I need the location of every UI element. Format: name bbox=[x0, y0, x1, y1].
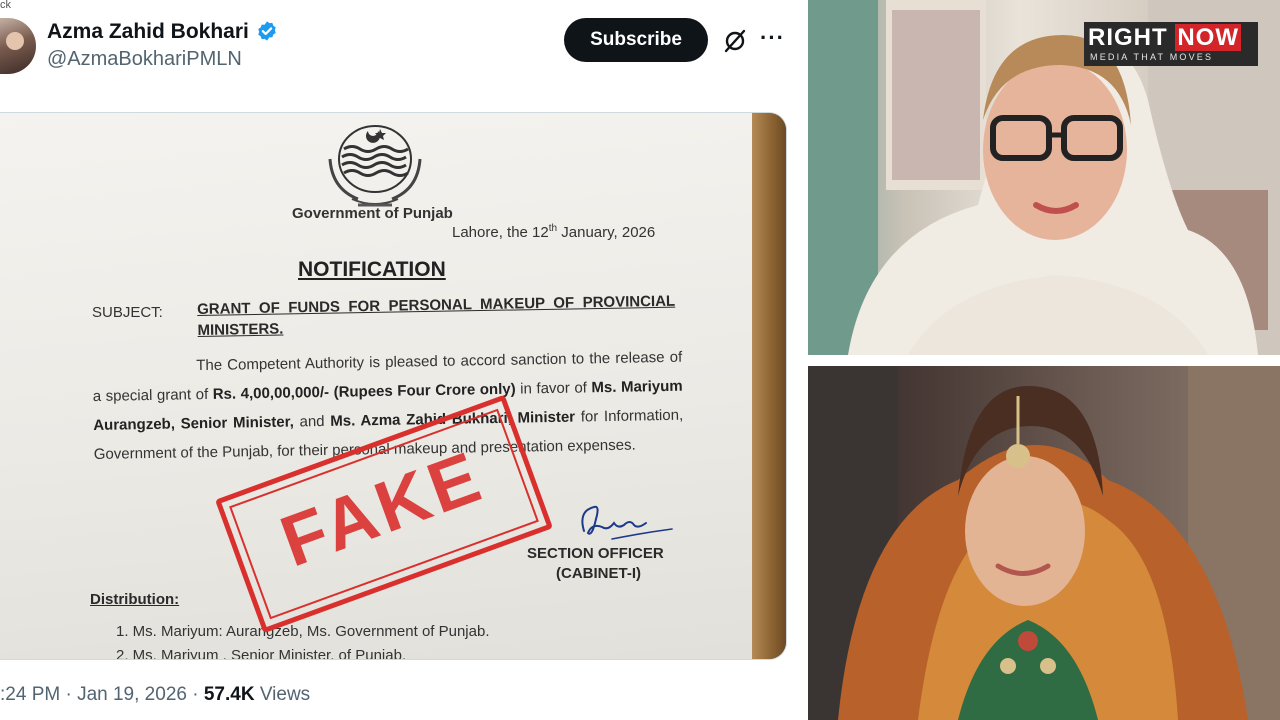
logo-brand-right: NOW bbox=[1175, 24, 1241, 51]
photo-minister-bridal bbox=[808, 366, 1280, 720]
photo-minister-portrait: RIGHT NOW MEDIA THAT MOVES bbox=[808, 0, 1280, 355]
author-handle[interactable]: @AzmaBokhariPMLN bbox=[47, 48, 242, 71]
views-count: 57.4K bbox=[203, 684, 255, 705]
subject-text: GRANT OF FUNDS FOR PERSONAL MAKEUP OF PR… bbox=[197, 292, 676, 339]
body-part-2: in favor of bbox=[515, 379, 592, 398]
document-heading: NOTIFICATION bbox=[298, 258, 446, 281]
right-now-logo: RIGHT NOW MEDIA THAT MOVES bbox=[1084, 22, 1258, 66]
distribution-label: Distribution: bbox=[90, 591, 180, 608]
subscribe-button[interactable]: Subscribe bbox=[564, 18, 708, 62]
views-label: Views bbox=[259, 684, 311, 705]
date-suffix: January, 2026 bbox=[557, 224, 656, 241]
post-image[interactable]: Government of Punjab Lahore, the 12th Ja… bbox=[0, 112, 787, 660]
section-officer: SECTION OFFICER bbox=[527, 545, 664, 562]
logo-wordmark: RIGHT NOW bbox=[1088, 24, 1241, 52]
author-name[interactable]: Azma Zahid Bokhari bbox=[47, 20, 249, 44]
distribution-item: 1. Ms. Mariyum: Aurangzeb, Ms. Governmen… bbox=[116, 623, 490, 640]
post-timestamp[interactable]: :24 PM · Jan 19, 2026 · bbox=[0, 684, 199, 705]
more-options-icon[interactable]: ··· bbox=[760, 27, 784, 54]
date-superscript: th bbox=[548, 223, 558, 234]
wooden-table-edge bbox=[752, 113, 786, 659]
post-metadata: :24 PM · Jan 19, 2026 · 57.4K Views bbox=[0, 684, 310, 706]
cropped-text-fragment: ck bbox=[0, 0, 11, 11]
bridal-illustration bbox=[808, 366, 1280, 720]
document-date: Lahore, the 12th January, 2026 bbox=[452, 223, 655, 241]
document-government: Government of Punjab bbox=[292, 205, 453, 222]
photo-collage: RIGHT NOW MEDIA THAT MOVES bbox=[808, 0, 1280, 720]
body-part-3: and bbox=[293, 412, 331, 431]
body-amount: Rs. 4,00,00,000/- (Rupees Four Crore onl… bbox=[212, 380, 516, 403]
logo-tagline: MEDIA THAT MOVES bbox=[1090, 52, 1214, 62]
signature-icon bbox=[581, 505, 673, 540]
cabinet-label: (CABINET-I) bbox=[556, 565, 641, 582]
tweet-panel: ck Azma Zahid Bokhari @AzmaBokhariPMLN S… bbox=[0, 0, 808, 720]
author-avatar[interactable] bbox=[0, 18, 36, 74]
distribution-item: 2. Ms. Mariyum , Senior Minister, of Pun… bbox=[116, 647, 407, 660]
punjab-emblem-icon bbox=[328, 125, 422, 207]
grok-icon[interactable] bbox=[722, 28, 748, 54]
document-paper: Government of Punjab Lahore, the 12th Ja… bbox=[0, 113, 752, 659]
logo-brand-left: RIGHT bbox=[1088, 24, 1168, 51]
date-prefix: Lahore, the 12 bbox=[452, 224, 549, 241]
subject-label: SUBJECT: bbox=[92, 304, 163, 321]
verified-badge-icon bbox=[258, 21, 276, 41]
